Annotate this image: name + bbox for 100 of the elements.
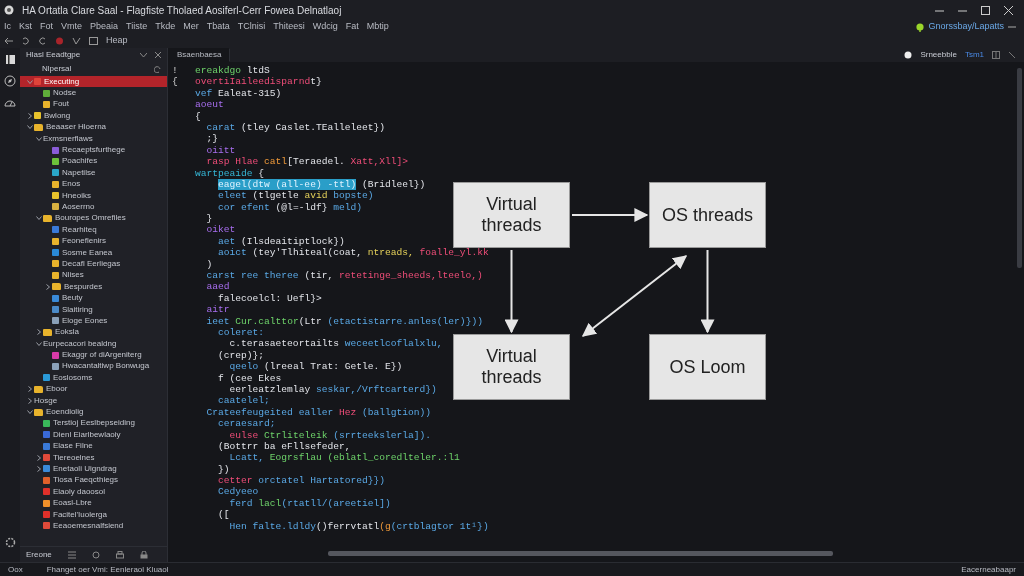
tree-item[interactable]: Hosge [20, 394, 167, 407]
status-label: Eacerneabaapr [961, 563, 1016, 576]
tree-item[interactable]: Elase Filne [20, 440, 167, 452]
tree-item[interactable]: Eboor [20, 383, 167, 395]
tree-item[interactable]: Napetilse [20, 167, 167, 179]
chevron-icon[interactable] [36, 454, 42, 461]
menu-item[interactable]: Pbeaia [90, 20, 119, 34]
tree-item[interactable]: Eoasl-Lbre [20, 497, 167, 509]
tree-item[interactable]: Fout [20, 98, 167, 111]
branch-label: Srneebble [920, 49, 957, 61]
menu-item[interactable]: Ic [4, 20, 11, 34]
panel-footer-label: Ereone [26, 548, 52, 561]
menu-item[interactable]: Mbtip [366, 20, 389, 34]
code-line: (crep)}; [217, 349, 265, 362]
tree-item[interactable]: Eurpecacori bealdng [20, 338, 167, 350]
tree-item[interactable]: Eoendiolig [20, 406, 167, 418]
tree-item[interactable]: Beaaser Hloerna [20, 121, 167, 133]
tree-item[interactable]: Facitel'Iuolerga [20, 508, 167, 521]
back-icon[interactable] [4, 37, 13, 45]
tree-item[interactable]: Bespurdes [20, 281, 167, 293]
tree-item[interactable]: Ekaggr of diArgeniterg [20, 349, 167, 361]
tree-item[interactable]: Hwacantaltiwp Bonwuga [20, 360, 167, 373]
tree-item[interactable]: Exmsnerflaws [20, 132, 167, 145]
chevron-icon[interactable] [27, 409, 33, 415]
gauge-icon[interactable] [4, 97, 16, 109]
menu-item[interactable]: Tkde [155, 20, 176, 34]
code-line: aitr [205, 304, 230, 316]
menu-item[interactable]: Kst [19, 20, 33, 34]
chevron-icon[interactable] [27, 112, 33, 119]
menu-item[interactable]: Tbata [206, 20, 230, 34]
code-line: carst ree theree (tir, retetinge_sheeds,lteelo,) [205, 270, 483, 282]
compass-icon[interactable] [4, 75, 16, 87]
close-icon[interactable] [1004, 6, 1013, 16]
tree-item[interactable]: Nodse [20, 87, 167, 99]
editor-tab[interactable]: Bsaenbaesa [168, 48, 231, 62]
chevron-icon[interactable] [36, 329, 42, 336]
chevron-icon[interactable] [36, 135, 42, 142]
tree-item[interactable]: Enetaoli Uigndrag [20, 463, 167, 475]
mode-label[interactable]: Tsm1 [964, 49, 984, 61]
code-line: coleret: [217, 327, 265, 339]
code-line: caatelel; [217, 395, 270, 407]
tree-item[interactable]: Sosme Eanea [20, 246, 167, 259]
record-icon[interactable] [55, 37, 64, 45]
menu-item[interactable]: Fat [345, 20, 359, 34]
tree-item[interactable]: Enos [20, 178, 167, 190]
tree-item[interactable]: Aoserrno [20, 201, 167, 213]
menu-item[interactable]: Tiiste [126, 20, 148, 34]
tree-item[interactable]: Nlises [20, 269, 167, 282]
menu-item[interactable]: Fot [40, 20, 54, 34]
tree-item[interactable]: Eloge Eones [20, 315, 167, 327]
tree-item[interactable]: Decafl Eerliegas [20, 258, 167, 270]
tree-item[interactable]: Beuty [20, 292, 167, 304]
chevron-icon[interactable] [45, 283, 51, 290]
chevron-icon[interactable] [36, 215, 42, 222]
window-icon[interactable] [89, 37, 98, 45]
tree-item[interactable]: Eoslosoms [20, 372, 167, 384]
tree-item[interactable]: Elaoly daoosol [20, 486, 167, 498]
menu-icon[interactable] [1008, 24, 1016, 30]
close-icon[interactable] [155, 52, 161, 58]
scrollbar[interactable] [1017, 68, 1022, 268]
redo-icon[interactable] [38, 37, 47, 45]
tree-item[interactable]: Eeaoemesnalfsiend [20, 520, 167, 532]
tree-item[interactable]: Rearhiteq [20, 224, 167, 236]
tree-item[interactable]: Bouropes Omrefiles [20, 212, 167, 225]
sync-icon[interactable] [91, 550, 100, 559]
code-line: (Bottrr ba eFllsefeder, [217, 440, 351, 453]
tree-item[interactable]: Poachifes [20, 155, 167, 168]
tree-item[interactable]: Hneoiks [20, 189, 167, 202]
refresh-icon[interactable] [154, 65, 161, 73]
tree-item[interactable]: Executing [20, 76, 167, 88]
tree-item[interactable]: Recaeptsfurthege [20, 144, 167, 156]
menu-item[interactable]: Wdcig [312, 20, 338, 34]
tree-item[interactable]: Tiosa Faeqcthiegs [20, 474, 167, 487]
menu-item[interactable]: Mer [183, 20, 199, 34]
scrollbar[interactable] [328, 551, 833, 556]
chevron-icon[interactable] [27, 124, 33, 131]
lock-icon[interactable] [139, 550, 148, 559]
chevron-icon[interactable] [27, 386, 33, 393]
tree-item[interactable]: Bwlong [20, 110, 167, 122]
menu-item[interactable]: Vmte [61, 20, 83, 34]
chevron-icon[interactable] [36, 340, 42, 347]
chevron-icon[interactable] [140, 52, 147, 58]
tree-item[interactable]: Tiereoelnes [20, 451, 167, 464]
split-icon[interactable] [992, 51, 1000, 59]
tree-item[interactable]: Feoneflenirs [20, 235, 167, 247]
tree-item[interactable]: Eoksla [20, 326, 167, 338]
undo-icon[interactable] [21, 37, 30, 45]
files-icon[interactable] [4, 54, 16, 65]
printer-icon[interactable] [115, 550, 124, 559]
menu-item[interactable]: TClnisi [237, 20, 266, 34]
menu-item[interactable]: Thiteesi [273, 20, 305, 34]
tree-item[interactable]: Dienl Eiarlbewlaoiy [20, 429, 167, 441]
chevron-icon[interactable] [36, 465, 42, 472]
tree-item[interactable]: Slaitiring [20, 303, 167, 316]
maximize-icon[interactable] [981, 6, 990, 16]
chevron-icon[interactable] [27, 397, 33, 404]
account-link[interactable]: Gnorssbay/Lapatts [928, 20, 1004, 34]
settings-icon[interactable] [4, 537, 16, 549]
tree-item[interactable]: Terstioj Eeslbepseiding [20, 417, 167, 430]
code-line: eerleatzlemlay seskar,/Vrftcarterd}) [228, 383, 437, 396]
